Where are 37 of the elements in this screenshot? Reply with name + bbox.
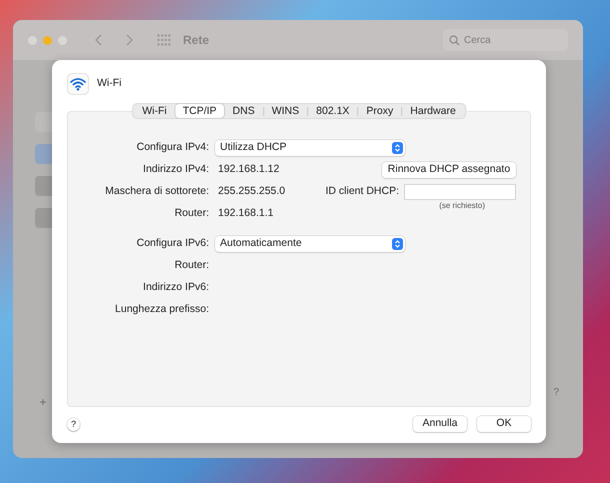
dhcp-client-id-field[interactable]	[404, 184, 516, 200]
field-label: Configura IPv6:	[136, 236, 210, 252]
forward-icon[interactable]	[125, 34, 133, 46]
field-label: Indirizzo IPv6:	[142, 280, 210, 296]
popup-button[interactable]: Utilizza DHCP	[215, 140, 405, 156]
tab[interactable]: Hardware	[402, 104, 464, 118]
field-label: Router:	[174, 258, 210, 274]
grid-icon[interactable]	[157, 34, 171, 46]
window-title: Rete	[183, 32, 210, 49]
dialog-button[interactable]: Annulla	[413, 416, 467, 432]
tab[interactable]: WINS	[264, 104, 308, 118]
field-value: 255.255.255.0	[218, 184, 286, 200]
popup-button[interactable]: Automaticamente	[215, 236, 405, 252]
tab[interactable]: DNS	[224, 104, 263, 118]
minimize-icon[interactable]	[43, 36, 52, 44]
field-label: ID client DHCP:	[325, 184, 399, 200]
stepper-icon	[392, 238, 403, 250]
tab[interactable]: 802.1X	[308, 104, 358, 118]
field-label: Router:	[174, 206, 210, 222]
hint-text: (se richiesto)	[439, 200, 485, 212]
help-button[interactable]: ?	[67, 418, 80, 430]
tab[interactable]: Proxy	[358, 104, 402, 118]
search-icon	[449, 34, 460, 46]
tab[interactable]: Wi-Fi	[134, 104, 175, 118]
field-label: Configura IPv4:	[136, 140, 210, 156]
search-field[interactable]: Cerca	[443, 29, 568, 51]
dialog-button[interactable]: OK	[477, 416, 531, 432]
renew-dhcp-button[interactable]: Rinnova DHCP assegnato	[382, 162, 516, 178]
back-icon[interactable]	[95, 34, 103, 46]
sheet-title: Wi-Fi	[97, 76, 122, 92]
field-label: Indirizzo IPv4:	[142, 162, 210, 178]
field-value: 192.168.1.1	[218, 206, 274, 222]
field-value: 192.168.1.12	[218, 162, 280, 178]
stepper-icon	[392, 142, 403, 154]
field-label: Lunghezza prefisso:	[114, 302, 210, 318]
field-label: Maschera di sottorete:	[104, 184, 210, 200]
tab[interactable]: TCP/IP	[174, 104, 225, 118]
